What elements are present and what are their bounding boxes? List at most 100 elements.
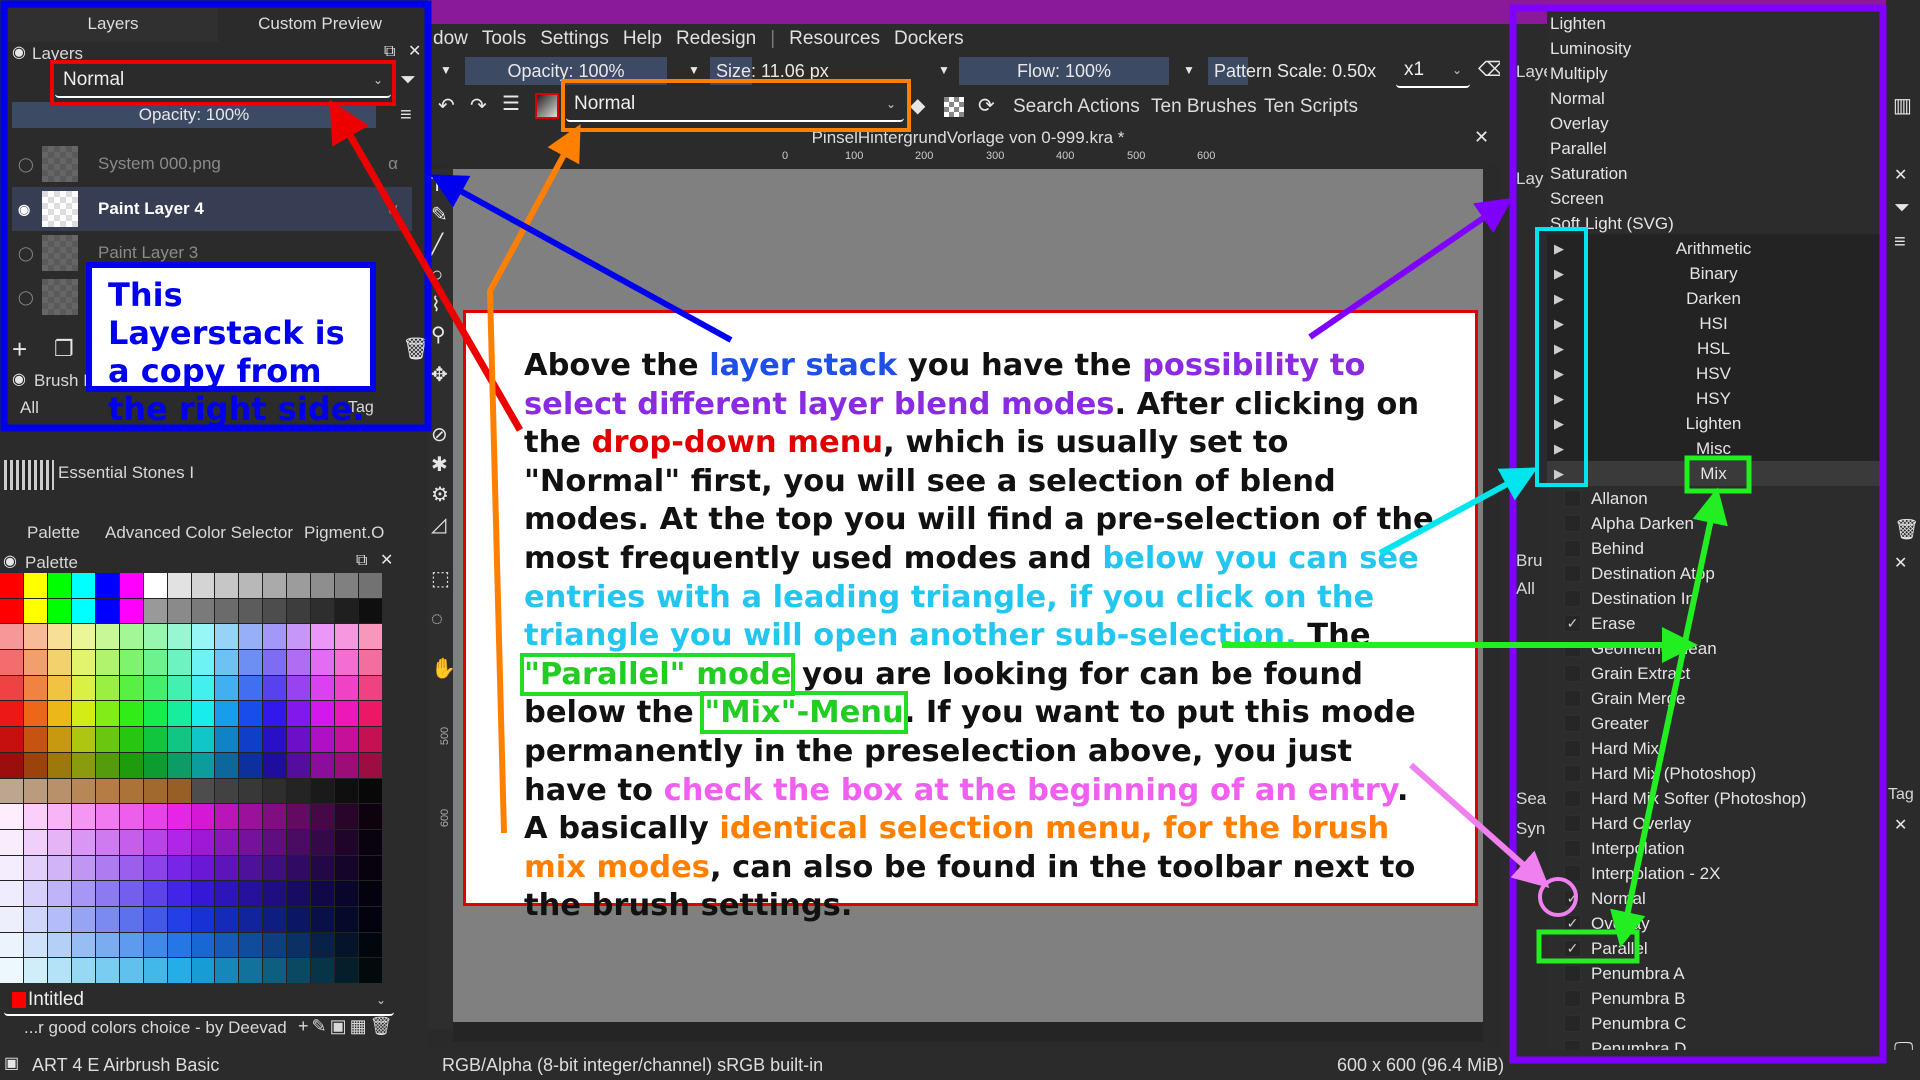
menu-item-lighten[interactable]: Lighten: [1550, 11, 1606, 36]
palette-swatch[interactable]: [0, 701, 23, 727]
triangle-right-icon[interactable]: ▶: [1554, 286, 1564, 311]
palette-swatch[interactable]: [239, 829, 263, 855]
palette-swatch[interactable]: [359, 624, 382, 650]
palette-swatch[interactable]: [287, 855, 311, 881]
multiplier-dropdown[interactable]: x1 ⌄: [1396, 54, 1470, 88]
filter-icon[interactable]: ⏷: [1894, 198, 1910, 218]
palette-swatch[interactable]: [359, 958, 382, 983]
menu-item-overlay[interactable]: Overlay: [1550, 111, 1609, 136]
palette-swatch[interactable]: [0, 598, 23, 624]
ellipse-tool-icon[interactable]: ○: [431, 265, 443, 285]
palette-swatch[interactable]: [119, 624, 143, 650]
palette-swatch[interactable]: [71, 752, 95, 778]
palette-swatch[interactable]: [359, 881, 382, 906]
palette-swatch[interactable]: [191, 804, 215, 829]
palette-swatch[interactable]: [0, 727, 23, 752]
palette-swatch[interactable]: [143, 624, 167, 650]
menu-item-mix[interactable]: Grain Extract: [1564, 661, 1690, 686]
palette-swatch[interactable]: [335, 932, 359, 958]
palette-swatch[interactable]: [335, 598, 359, 624]
dropdown-arrow-icon[interactable]: ▼: [688, 64, 700, 76]
palette-swatch[interactable]: [263, 855, 287, 881]
palette-swatch[interactable]: [263, 804, 287, 829]
palette-swatch[interactable]: [287, 958, 311, 983]
palette-swatch[interactable]: [335, 650, 359, 675]
menu-resources[interactable]: Resources: [789, 28, 880, 50]
palette-swatch[interactable]: [71, 855, 95, 881]
palette-swatch[interactable]: [239, 932, 263, 958]
menu-item-screen[interactable]: Screen: [1550, 186, 1604, 211]
palette-swatch[interactable]: [335, 624, 359, 650]
palette-swatch[interactable]: [335, 906, 359, 932]
palette-swatch[interactable]: [191, 778, 215, 804]
palette-swatch[interactable]: [191, 675, 215, 701]
trash-icon[interactable]: 🗑: [1894, 520, 1919, 540]
measure-tool-icon[interactable]: ◿: [431, 515, 446, 535]
triangle-right-icon[interactable]: ▶: [1554, 361, 1564, 386]
palette-swatch[interactable]: [0, 624, 23, 650]
palette-swatch[interactable]: [71, 701, 95, 727]
palette-swatch[interactable]: [23, 624, 47, 650]
palette-swatch[interactable]: [311, 701, 335, 727]
palette-swatch[interactable]: [191, 752, 215, 778]
palette-swatch[interactable]: [71, 881, 95, 906]
palette-swatch[interactable]: [47, 650, 71, 675]
menu-tools[interactable]: Tools: [482, 28, 526, 50]
palette-swatch[interactable]: [71, 675, 95, 701]
palette-swatch[interactable]: [47, 958, 71, 983]
palette-swatch[interactable]: [335, 752, 359, 778]
palette-swatch[interactable]: [95, 958, 119, 983]
palette-swatch[interactable]: [47, 624, 71, 650]
palette-swatch[interactable]: [335, 804, 359, 829]
palette-swatch[interactable]: [263, 752, 287, 778]
palette-swatch[interactable]: [359, 727, 382, 752]
palette-swatch[interactable]: [23, 778, 47, 804]
palette-swatch[interactable]: [47, 778, 71, 804]
status-image-size[interactable]: 600 x 600 (96.4 MiB): [1337, 1055, 1504, 1076]
palette-swatch[interactable]: [47, 675, 71, 701]
palette-swatch[interactable]: [95, 804, 119, 829]
palette-swatch[interactable]: [311, 881, 335, 906]
favorite-checkbox[interactable]: [1564, 565, 1581, 582]
menu-item-parallel[interactable]: Parallel: [1550, 136, 1607, 161]
menu-item-mix[interactable]: Geometric Mean: [1564, 636, 1717, 661]
palette-swatch[interactable]: [287, 650, 311, 675]
palette-swatch[interactable]: [239, 675, 263, 701]
palette-swatch[interactable]: [23, 906, 47, 932]
menu-item-mix[interactable]: Penumbra C: [1564, 1011, 1686, 1036]
palette-swatch[interactable]: [215, 598, 239, 624]
palette-swatch[interactable]: [359, 855, 382, 881]
favorite-checkbox[interactable]: [1564, 1015, 1581, 1032]
palette-swatch[interactable]: [95, 727, 119, 752]
palette-swatch[interactable]: [23, 881, 47, 906]
alpha-lock-icon[interactable]: α: [388, 154, 398, 174]
palette-swatch[interactable]: [143, 701, 167, 727]
palette-swatch[interactable]: [359, 701, 382, 727]
menu-item-mix[interactable]: Allanon: [1564, 486, 1648, 511]
palette-swatch[interactable]: [119, 906, 143, 932]
palette-swatch[interactable]: [47, 752, 71, 778]
float-icon[interactable]: ⧉: [384, 44, 395, 60]
menu-item-mix[interactable]: Interpolation: [1564, 836, 1685, 861]
close-icon[interactable]: ✕: [1894, 818, 1907, 834]
palette-swatch[interactable]: [239, 881, 263, 906]
palette-swatch[interactable]: [263, 573, 287, 598]
palette-swatch[interactable]: [215, 675, 239, 701]
palette-swatch[interactable]: [47, 855, 71, 881]
palette-swatch[interactable]: [71, 727, 95, 752]
triangle-right-icon[interactable]: ▶: [1554, 436, 1564, 461]
palette-swatch[interactable]: [311, 958, 335, 983]
favorite-checkbox[interactable]: [1564, 865, 1581, 882]
palette-swatch[interactable]: [119, 727, 143, 752]
lock-icon[interactable]: ◉: [3, 554, 17, 570]
palette-swatch[interactable]: [215, 650, 239, 675]
palette-swatch[interactable]: [311, 598, 335, 624]
palette-swatch[interactable]: [287, 675, 311, 701]
palette-swatch[interactable]: [23, 855, 47, 881]
palette-swatch[interactable]: [191, 958, 215, 983]
opacity-slider[interactable]: Opacity: 100%: [465, 57, 667, 85]
checkmark-icon[interactable]: ✓: [1564, 615, 1581, 632]
palette-swatch[interactable]: [95, 881, 119, 906]
palette-swatch[interactable]: [167, 778, 191, 804]
palette-swatch[interactable]: [239, 598, 263, 624]
